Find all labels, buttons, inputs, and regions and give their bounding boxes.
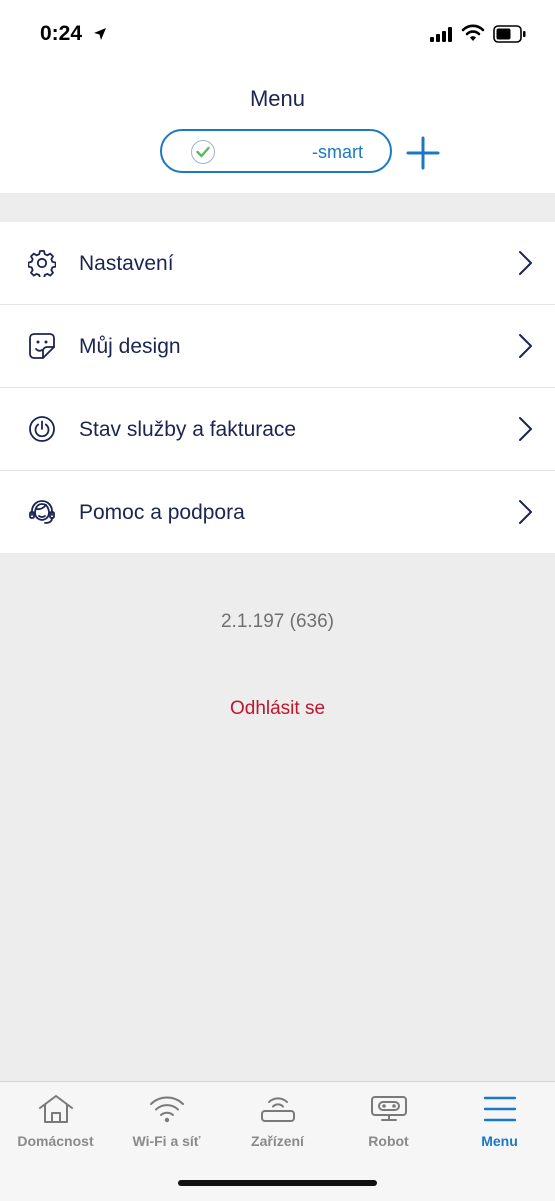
menu-item-service-billing[interactable]: Stav služby a fakturace	[0, 388, 555, 471]
hamburger-menu-icon	[483, 1096, 517, 1122]
menu-item-label: Stav služby a fakturace	[79, 418, 297, 441]
tab-menu[interactable]: Menu	[444, 1082, 555, 1162]
menu-item-label: Pomoc a podpora	[79, 501, 245, 524]
network-name: -smart	[312, 142, 363, 162]
robot-icon	[371, 1096, 407, 1121]
chevron-right-icon	[519, 500, 532, 524]
chevron-right-icon	[519, 334, 532, 358]
router-icon	[261, 1097, 295, 1122]
page-title: Menu	[249, 86, 306, 111]
menu-list: Nastavení Můj design Stav služby a faktu…	[0, 222, 555, 553]
logout-button[interactable]: Odhlásit se	[0, 698, 555, 720]
check-circle-icon	[191, 140, 215, 164]
battery-icon	[493, 25, 526, 43]
tab-devices[interactable]: Zařízení	[222, 1082, 333, 1162]
tab-label: Wi-Fi a síť	[132, 1133, 201, 1149]
wifi-icon	[461, 24, 485, 41]
menu-item-label: Nastavení	[79, 252, 174, 275]
tab-wifi-network[interactable]: Wi-Fi a síť	[111, 1082, 222, 1162]
wifi-icon	[150, 1096, 184, 1123]
cellular-signal-icon	[430, 27, 452, 42]
status-bar: 0:24	[0, 0, 555, 70]
sticker-face-icon	[29, 333, 55, 359]
tab-home[interactable]: Domácnost	[0, 1082, 111, 1162]
tab-label: Zařízení	[251, 1133, 304, 1149]
menu-item-label: Můj design	[79, 335, 181, 358]
location-arrow-icon	[94, 28, 106, 40]
chevron-right-icon	[519, 251, 532, 275]
app-version: 2.1.197 (636)	[220, 611, 335, 632]
home-indicator	[178, 1180, 377, 1186]
menu-item-settings[interactable]: Nastavení	[0, 222, 555, 305]
menu-item-my-design[interactable]: Můj design	[0, 305, 555, 388]
plus-icon[interactable]	[406, 136, 440, 170]
gear-icon	[28, 250, 56, 277]
network-selector[interactable]: -smart	[160, 129, 392, 173]
chevron-right-icon	[519, 417, 532, 441]
menu-item-help-support[interactable]: Pomoc a podpora	[0, 471, 555, 553]
home-icon	[39, 1095, 73, 1123]
status-time: 0:24	[40, 22, 83, 45]
tab-label: Robot	[368, 1133, 409, 1149]
tab-label: Menu	[481, 1133, 518, 1149]
support-agent-icon	[29, 500, 55, 524]
power-icon	[29, 416, 55, 442]
tab-label: Domácnost	[17, 1133, 94, 1149]
header: Menu -smart	[0, 70, 555, 193]
tab-robot[interactable]: Robot	[333, 1082, 444, 1162]
